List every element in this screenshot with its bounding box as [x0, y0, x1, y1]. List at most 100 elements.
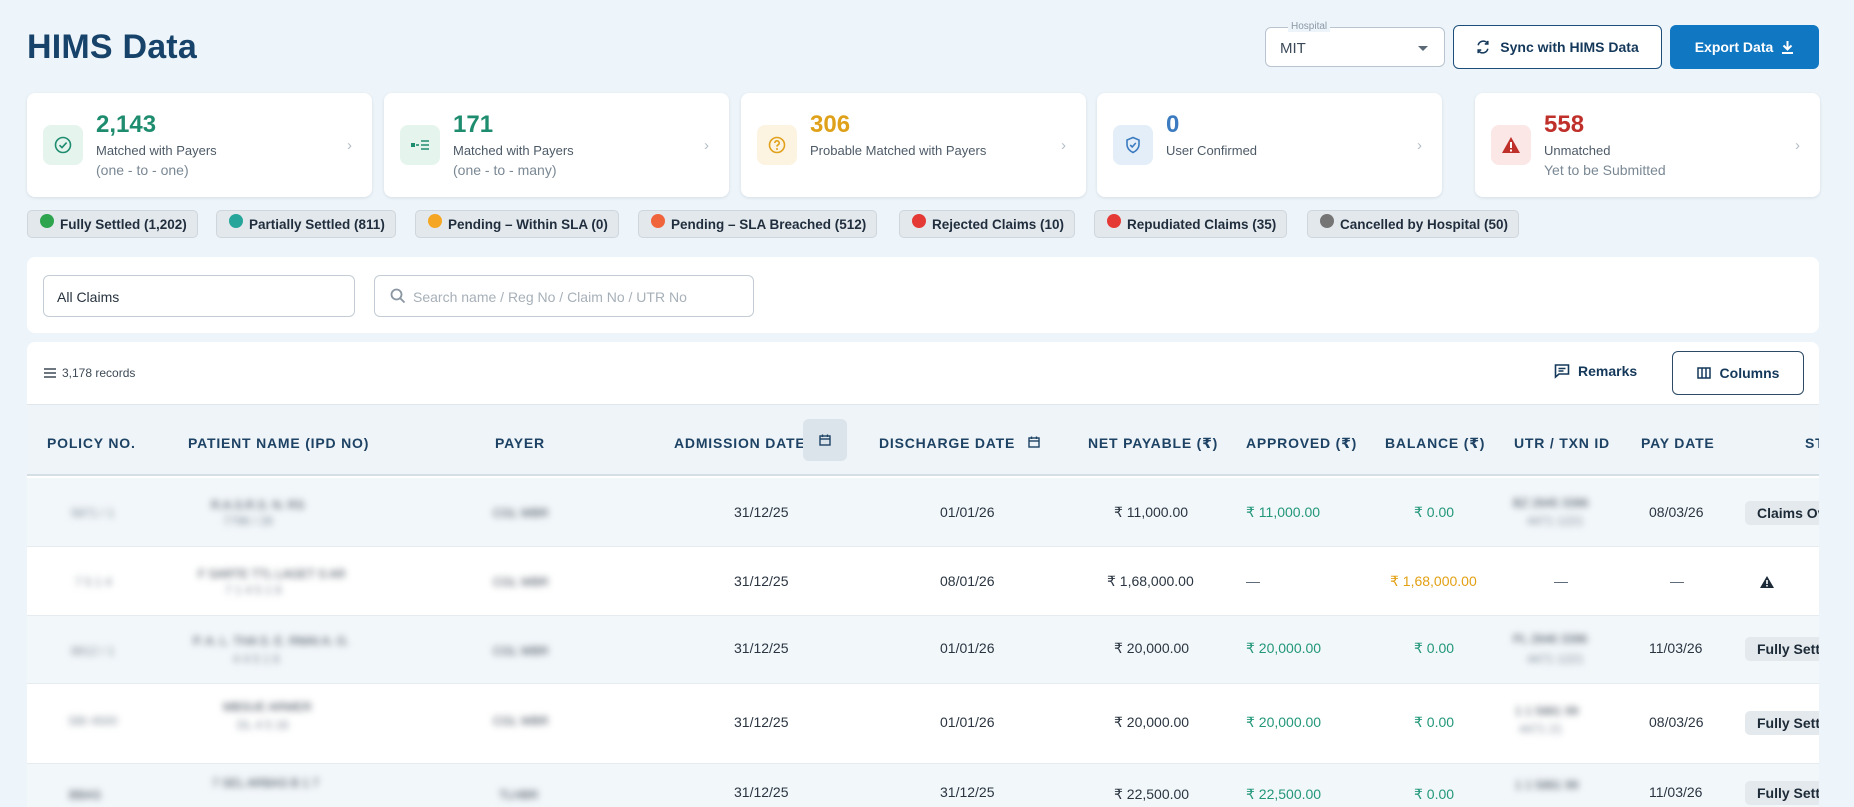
discharge-date: 01/01/26 — [940, 504, 995, 520]
pay-date: 11/03/26 — [1649, 640, 1703, 656]
sync-icon — [1477, 40, 1489, 54]
export-button[interactable]: Export Data — [1670, 25, 1819, 69]
approved-amount: ₹ 20,000.00 — [1246, 640, 1322, 656]
chip-fully-settled[interactable]: Fully Settled (1,202) — [27, 210, 198, 238]
pay-date: — — [1670, 573, 1684, 589]
column-header-pay-date[interactable]: PAY DATE — [1641, 435, 1715, 451]
chevron-right-icon: › — [1061, 137, 1066, 154]
chip-partially-settled[interactable]: Partially Settled (811) — [216, 210, 396, 238]
search-box[interactable] — [374, 275, 754, 317]
net-payable: ₹ 22,500.00 — [1114, 786, 1190, 802]
admission-date: 31/12/25 — [734, 573, 789, 589]
chip-pending-within-sla[interactable]: Pending – Within SLA (0) — [415, 210, 619, 238]
payer-name: CGL WBR — [493, 575, 549, 589]
sync-button-label: Sync with HIMS Data — [1500, 39, 1639, 55]
status-badge: Fully Sett — [1745, 711, 1819, 735]
header: HIMS Data Hospital MIT Sync with HIMS Da… — [27, 16, 1836, 74]
chip-rejected-claims[interactable]: Rejected Claims (10) — [899, 210, 1076, 238]
patient-name: MBSUE ARMER — [223, 700, 312, 714]
hospital-select-value: MIT — [1280, 40, 1306, 57]
column-header-balance[interactable]: BALANCE (₹) — [1385, 435, 1485, 452]
table-row[interactable]: 5871 / 1 R.A.S.R.S. N. RS 7796 / 26 CGL … — [27, 478, 1819, 547]
stat-card-probable-matched[interactable]: 306 Probable Matched with Payers › — [741, 93, 1086, 197]
search-input[interactable] — [413, 286, 743, 308]
page: HIMS Data Hospital MIT Sync with HIMS Da… — [0, 0, 1854, 807]
stat-value: 171 — [453, 111, 494, 138]
column-header-utr[interactable]: UTR / TXN ID — [1514, 435, 1610, 451]
payer-name: CGL WBR — [493, 506, 549, 520]
table-row[interactable]: 8812 / 1 P. A. L. THA S. E. RMAI A. G. 4… — [27, 616, 1819, 684]
status-dot — [912, 214, 926, 228]
stat-card-unmatched[interactable]: 558 Unmatched Yet to be Submitted › — [1475, 93, 1820, 197]
column-header-admission-date[interactable]: ADMISSION DATE — [674, 435, 806, 451]
sync-button[interactable]: Sync with HIMS Data — [1453, 25, 1662, 69]
table-row[interactable]: 7 5 1 4 F SARTE TTL LAGET S AR 7 1 4 5 1… — [27, 547, 1819, 616]
caret-down-icon — [1418, 46, 1428, 51]
admission-date: 31/12/25 — [734, 714, 789, 730]
payer-name: CGL WBR — [493, 644, 549, 658]
approved-amount: ₹ 20,000.00 — [1246, 714, 1322, 730]
records-count-label: 3,178 records — [62, 366, 136, 380]
policy-number: 8812 / 1 — [71, 644, 115, 658]
net-payable: ₹ 20,000.00 — [1114, 640, 1190, 656]
admission-date: 31/12/25 — [734, 504, 789, 520]
status-dot — [229, 214, 243, 228]
admission-date-calendar-button[interactable] — [803, 419, 847, 461]
column-header-discharge-date[interactable]: DISCHARGE DATE — [879, 435, 1015, 451]
status-dot — [428, 214, 442, 228]
claims-filter-value: All Claims — [57, 289, 120, 305]
utr-id-line2: 4471 1221 — [1527, 652, 1584, 666]
column-header-policy[interactable]: POLICY NO. — [47, 435, 136, 451]
utr-id-line2: 4471 21 — [1519, 722, 1563, 736]
check-circle-icon — [43, 125, 83, 165]
table-row[interactable]: BBAS 7 SEL ARBAS B 1 7 TLHBR 31/12/25 31… — [27, 764, 1819, 807]
claims-filter-select[interactable]: All Claims — [43, 275, 355, 317]
stat-sub: (one - to - one) — [96, 162, 189, 178]
stat-card-matched-one-to-many[interactable]: 171 Matched with Payers (one - to - many… — [384, 93, 729, 197]
hospital-select[interactable]: Hospital MIT — [1265, 21, 1445, 67]
chip-pending-sla-breached[interactable]: Pending – SLA Breached (512) — [638, 210, 878, 238]
column-header-patient[interactable]: PATIENT NAME (IPD NO) — [188, 435, 369, 451]
column-header-payer[interactable]: PAYER — [495, 435, 545, 451]
columns-button-label: Columns — [1719, 365, 1780, 381]
columns-button[interactable]: Columns — [1672, 351, 1804, 395]
stat-sub: Yet to be Submitted — [1544, 162, 1666, 178]
column-header-net-payable[interactable]: NET PAYABLE (₹) — [1088, 435, 1218, 452]
policy-number: 7 5 1 4 — [75, 575, 112, 589]
calendar-arrow-icon[interactable] — [1028, 436, 1040, 448]
stat-card-matched-one-to-one[interactable]: 2,143 Matched with Payers (one - to - on… — [27, 93, 372, 197]
approved-amount: ₹ 11,000.00 — [1246, 504, 1321, 520]
stat-value: 0 — [1166, 111, 1180, 138]
patient-ipd: 7 1 4 5 1 6 — [225, 583, 282, 597]
discharge-date: 01/01/26 — [940, 640, 995, 656]
column-header-approved[interactable]: APPROVED (₹) — [1246, 435, 1357, 452]
warning-icon[interactable] — [1759, 575, 1775, 589]
pay-date: 08/03/26 — [1649, 714, 1704, 730]
stat-label: Matched with Payers — [96, 143, 217, 158]
status-dot — [40, 214, 54, 228]
chip-cancelled-by-hospital[interactable]: Cancelled by Hospital (50) — [1307, 210, 1520, 238]
link-list-icon — [400, 125, 440, 165]
stat-card-user-confirmed[interactable]: 0 User Confirmed › — [1097, 93, 1442, 197]
column-header-status[interactable]: ST — [1805, 435, 1819, 451]
net-payable: ₹ 11,000.00 — [1114, 504, 1189, 520]
pay-date: 11/03/26 — [1649, 784, 1703, 800]
chip-label: Cancelled by Hospital (50) — [1340, 216, 1509, 232]
net-payable: ₹ 20,000.00 — [1114, 714, 1190, 730]
pay-date: 08/03/26 — [1649, 504, 1704, 520]
stat-label: Probable Matched with Payers — [810, 143, 987, 158]
utr-id: PL 2646 3396 — [1513, 632, 1588, 646]
payer-name: CGL WBR — [493, 714, 549, 728]
approved-amount: ₹ 22,500.00 — [1246, 786, 1322, 802]
shield-check-icon — [1113, 125, 1153, 165]
table-row[interactable]: SBI 4500 MBSUE ARMER DL 4 5 16 CGL WBR 3… — [27, 684, 1819, 764]
status-badge: Fully Sett — [1745, 637, 1819, 661]
balance-amount: ₹ 1,68,000.00 — [1390, 573, 1477, 589]
chevron-right-icon: › — [347, 137, 352, 154]
list-icon — [44, 368, 56, 378]
chip-label: Repudiated Claims (35) — [1127, 216, 1277, 232]
stat-value: 558 — [1544, 111, 1585, 138]
remarks-button[interactable]: Remarks — [1554, 356, 1637, 386]
columns-icon — [1696, 367, 1711, 379]
chip-repudiated-claims[interactable]: Repudiated Claims (35) — [1094, 210, 1288, 238]
